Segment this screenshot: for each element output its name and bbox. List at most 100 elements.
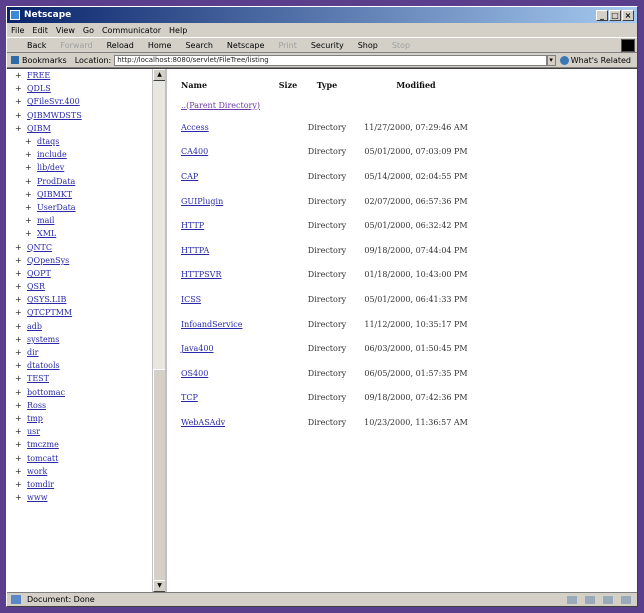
- tree-item-link[interactable]: QTCPTMM: [27, 308, 72, 317]
- url-dropdown-button[interactable]: ▾: [546, 54, 556, 66]
- tree-item[interactable]: + UserData: [15, 201, 165, 214]
- menu-file[interactable]: File: [11, 26, 24, 35]
- menu-edit[interactable]: Edit: [32, 26, 48, 35]
- tree-item-link[interactable]: work: [27, 467, 47, 476]
- expand-icon[interactable]: +: [15, 454, 23, 463]
- forward-button[interactable]: Forward: [60, 41, 92, 50]
- expand-icon[interactable]: +: [15, 480, 23, 489]
- expand-icon[interactable]: +: [15, 111, 23, 120]
- whats-related-button[interactable]: What's Related: [571, 56, 631, 65]
- tree-item-link[interactable]: lib/dev: [37, 163, 64, 172]
- expand-icon[interactable]: +: [25, 163, 33, 172]
- tree-item-link[interactable]: QSR: [27, 282, 45, 291]
- directory-link[interactable]: ICSS: [181, 295, 201, 304]
- menu-help[interactable]: Help: [169, 26, 187, 35]
- tree-item-link[interactable]: FREE: [27, 71, 50, 80]
- expand-icon[interactable]: +: [15, 401, 23, 410]
- close-button[interactable]: ×: [622, 9, 634, 21]
- tree-item[interactable]: + include: [15, 148, 165, 161]
- tree-item-link[interactable]: bottomac: [27, 388, 65, 397]
- directory-link[interactable]: WebASAdv: [181, 418, 225, 427]
- tree-item[interactable]: + tmczme: [15, 438, 165, 451]
- back-button[interactable]: Back: [27, 41, 46, 50]
- netscape-throbber-icon[interactable]: [621, 39, 635, 52]
- mail-icon[interactable]: [585, 595, 595, 604]
- directory-link[interactable]: InfoandService: [181, 320, 242, 329]
- expand-icon[interactable]: +: [15, 322, 23, 331]
- tree-item-link[interactable]: QIBMWDSTS: [27, 111, 82, 120]
- tree-item[interactable]: + lib/dev: [15, 161, 165, 174]
- expand-icon[interactable]: +: [15, 335, 23, 344]
- tree-item[interactable]: + TEST: [15, 372, 165, 385]
- expand-icon[interactable]: +: [15, 243, 23, 252]
- tree-item[interactable]: + QTCPTMM: [15, 306, 165, 319]
- tree-item[interactable]: + QSYS.LIB: [15, 293, 165, 306]
- maximize-button[interactable]: □: [609, 9, 621, 21]
- tree-item[interactable]: + QIBM: [15, 122, 165, 135]
- tree-item-link[interactable]: ProdData: [37, 177, 75, 186]
- expand-icon[interactable]: +: [15, 467, 23, 476]
- expand-icon[interactable]: +: [15, 295, 23, 304]
- expand-icon[interactable]: +: [15, 84, 23, 93]
- expand-icon[interactable]: +: [15, 414, 23, 423]
- tree-item-link[interactable]: UserData: [37, 203, 76, 212]
- tree-item-link[interactable]: QOpenSys: [27, 256, 69, 265]
- tree-item-link[interactable]: QIBMKT: [37, 190, 72, 199]
- tree-item[interactable]: + QNTC: [15, 240, 165, 253]
- netscape-button[interactable]: Netscape: [227, 41, 265, 50]
- security-lock-icon[interactable]: [11, 595, 21, 604]
- newsgroups-icon[interactable]: [603, 595, 613, 604]
- tree-item-link[interactable]: Ross: [27, 401, 46, 410]
- directory-link[interactable]: HTTP: [181, 221, 204, 230]
- tree-item[interactable]: + QOpenSys: [15, 254, 165, 267]
- tree-item[interactable]: + systems: [15, 333, 165, 346]
- url-input[interactable]: http://localhost:8080/servlet/FileTree/l…: [114, 54, 547, 66]
- tree-item[interactable]: + FREE: [15, 69, 165, 82]
- expand-icon[interactable]: +: [15, 493, 23, 502]
- menu-go[interactable]: Go: [83, 26, 94, 35]
- expand-icon[interactable]: +: [25, 229, 33, 238]
- tree-item-link[interactable]: QIBM: [27, 124, 51, 133]
- directory-link[interactable]: GUIPlugin: [181, 197, 223, 206]
- tree-item[interactable]: + QOPT: [15, 267, 165, 280]
- expand-icon[interactable]: +: [15, 388, 23, 397]
- home-button[interactable]: Home: [148, 41, 172, 50]
- directory-link[interactable]: TCP: [181, 393, 198, 402]
- directory-link[interactable]: HTTPA: [181, 246, 209, 255]
- directory-link[interactable]: OS400: [181, 369, 208, 378]
- tree-item-link[interactable]: tmczme: [27, 440, 59, 449]
- tree-item-link[interactable]: include: [37, 150, 67, 159]
- expand-icon[interactable]: +: [15, 440, 23, 449]
- tree-item-link[interactable]: dtatools: [27, 361, 60, 370]
- tree-item-link[interactable]: XML: [37, 229, 56, 238]
- tree-item[interactable]: + usr: [15, 425, 165, 438]
- shop-button[interactable]: Shop: [358, 41, 378, 50]
- tree-item-link[interactable]: QNTC: [27, 243, 52, 252]
- expand-icon[interactable]: +: [25, 177, 33, 186]
- tree-item-link[interactable]: www: [27, 493, 48, 502]
- tree-item-link[interactable]: dir: [27, 348, 39, 357]
- tree-item[interactable]: + dtaqs: [15, 135, 165, 148]
- expand-icon[interactable]: +: [15, 269, 23, 278]
- expand-icon[interactable]: +: [15, 348, 23, 357]
- tree-item[interactable]: + mail: [15, 214, 165, 227]
- scroll-thumb[interactable]: [153, 369, 165, 589]
- tree-scrollbar[interactable]: ▲ ▼: [152, 69, 165, 592]
- expand-icon[interactable]: +: [15, 256, 23, 265]
- tree-item-link[interactable]: dtaqs: [37, 137, 59, 146]
- tree-item[interactable]: + QIBMWDSTS: [15, 109, 165, 122]
- composer-icon[interactable]: [621, 595, 631, 604]
- tree-item[interactable]: + dir: [15, 346, 165, 359]
- tree-item[interactable]: + QDLS: [15, 82, 165, 95]
- tree-item[interactable]: + work: [15, 465, 165, 478]
- menu-view[interactable]: View: [56, 26, 75, 35]
- search-button[interactable]: Search: [185, 41, 212, 50]
- security-button[interactable]: Security: [311, 41, 344, 50]
- tree-item[interactable]: + adb: [15, 320, 165, 333]
- directory-link[interactable]: Access: [181, 123, 209, 132]
- scroll-down-arrow-icon[interactable]: ▼: [153, 580, 165, 592]
- tree-item[interactable]: + Ross: [15, 399, 165, 412]
- tree-item[interactable]: + tmp: [15, 412, 165, 425]
- tree-item[interactable]: + dtatools: [15, 359, 165, 372]
- stop-button[interactable]: Stop: [392, 41, 410, 50]
